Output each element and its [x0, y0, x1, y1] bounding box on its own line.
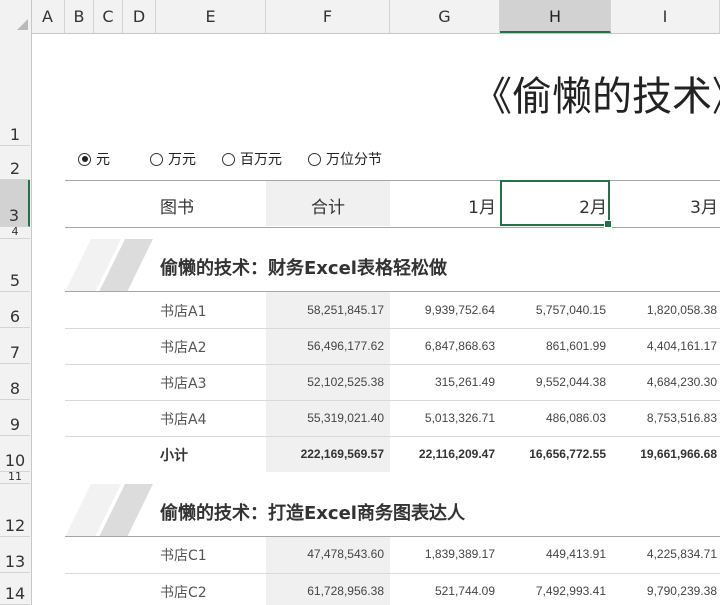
store-label[interactable]: 书店A2	[160, 337, 206, 357]
row-divider	[65, 436, 720, 437]
row-divider	[65, 573, 720, 574]
sheet-title: 《偷懒的技术》	[472, 74, 720, 120]
section-2-rule	[65, 536, 720, 537]
section-banner-graphic	[65, 484, 153, 537]
row-divider	[65, 328, 720, 329]
row-header-5[interactable]: 5	[0, 239, 30, 292]
cell-month-1[interactable]: 521,744.09	[375, 584, 495, 598]
row-header-1[interactable]: 1	[0, 33, 30, 146]
row-header-11[interactable]: 11	[0, 471, 30, 484]
cell-month-3[interactable]: 4,404,161.17	[597, 339, 717, 353]
column-header-bar: A B C D E F G H I	[0, 0, 720, 34]
radio-unchecked-icon	[150, 152, 163, 166]
unit-radio-label: 百万元	[240, 152, 282, 168]
store-label[interactable]: 书店C1	[160, 545, 207, 565]
cell-month-3[interactable]: 4,225,834.71	[597, 547, 717, 561]
unit-radio-wan-yuan[interactable]: 万元	[150, 150, 196, 168]
section-title-1[interactable]: 偷懒的技术：财务Excel表格轻松做	[160, 254, 447, 280]
cell-month-1[interactable]: 9,939,752.64	[375, 303, 495, 317]
section-title-2[interactable]: 偷懒的技术：打造Excel商务图表达人	[160, 499, 465, 525]
header-month-1[interactable]: 1月	[390, 193, 496, 218]
cell-total[interactable]: 56,496,177.62	[264, 339, 384, 353]
column-header-c[interactable]: C	[94, 0, 123, 33]
select-all-corner[interactable]	[0, 0, 32, 33]
column-header-e[interactable]: E	[156, 0, 266, 33]
unit-radio-label: 元	[96, 152, 110, 168]
cell-total[interactable]: 61,728,956.38	[264, 584, 384, 598]
active-cell-selection[interactable]	[500, 180, 612, 228]
store-label[interactable]: 书店A3	[160, 373, 206, 393]
unit-radio-bai-wan-yuan[interactable]: 百万元	[222, 150, 282, 168]
select-all-triangle-icon	[17, 19, 28, 30]
row-header-6[interactable]: 6	[0, 292, 30, 328]
store-label[interactable]: 书店A4	[160, 409, 206, 429]
header-book[interactable]: 图书	[160, 193, 194, 218]
store-label[interactable]: 书店C2	[160, 582, 207, 602]
store-label[interactable]: 书店A1	[160, 301, 206, 321]
cell-month-2[interactable]: 486,086.03	[486, 411, 606, 425]
unit-radio-label: 万元	[168, 152, 196, 168]
column-header-f[interactable]: F	[266, 0, 390, 33]
cell-month-1[interactable]: 6,847,868.63	[375, 339, 495, 353]
row-header-12[interactable]: 12	[0, 484, 30, 537]
row-divider	[65, 364, 720, 365]
column-header-b[interactable]: B	[65, 0, 94, 33]
row-header-7[interactable]: 7	[0, 328, 30, 364]
cell-month-1[interactable]: 5,013,326.71	[375, 411, 495, 425]
radio-unchecked-icon	[222, 152, 235, 166]
cell-month-3[interactable]: 9,790,239.38	[597, 584, 717, 598]
row-header-13[interactable]: 13	[0, 537, 30, 573]
cell-total[interactable]: 52,102,525.38	[264, 375, 384, 389]
header-bottom-rule	[65, 227, 720, 228]
cell-month-2[interactable]: 861,601.99	[486, 339, 606, 353]
cell-month-1[interactable]: 1,839,389.17	[375, 547, 495, 561]
row-header-8[interactable]: 8	[0, 364, 30, 400]
cell-total[interactable]: 47,478,543.60	[264, 547, 384, 561]
row-header-14[interactable]: 14	[0, 573, 30, 605]
column-header-h[interactable]: H	[500, 0, 611, 33]
cell-month-2[interactable]: 7,492,993.41	[486, 584, 606, 598]
cell-total[interactable]: 55,319,021.40	[264, 411, 384, 425]
unit-radio-wan-separator[interactable]: 万位分节	[308, 150, 382, 168]
radio-unchecked-icon	[308, 152, 321, 166]
unit-radio-label: 万位分节	[326, 152, 382, 168]
row-header-9[interactable]: 9	[0, 400, 30, 436]
header-month-3[interactable]: 3月	[611, 193, 718, 218]
cell-total[interactable]: 58,251,845.17	[264, 303, 384, 317]
header-top-rule	[65, 180, 720, 181]
cell-month-2[interactable]: 449,413.91	[486, 547, 606, 561]
radio-checked-icon	[78, 152, 91, 166]
subtotal-month-2[interactable]: 16,656,772.55	[486, 447, 606, 461]
unit-radio-yuan[interactable]: 元	[78, 150, 110, 168]
subtotal-label[interactable]: 小计	[160, 445, 188, 465]
cell-month-3[interactable]: 4,684,230.30	[597, 375, 717, 389]
fill-handle[interactable]	[604, 220, 612, 228]
row-divider	[65, 400, 720, 401]
subtotal-month-1[interactable]: 22,116,209.47	[375, 447, 495, 461]
row-header-10[interactable]: 10	[0, 436, 30, 472]
column-header-g[interactable]: G	[390, 0, 500, 33]
section-banner-graphic	[65, 239, 153, 292]
cell-month-3[interactable]: 8,753,516.83	[597, 411, 717, 425]
column-header-a[interactable]: A	[31, 0, 65, 33]
header-total[interactable]: 合计	[266, 193, 390, 218]
column-header-d[interactable]: D	[123, 0, 156, 33]
cell-month-2[interactable]: 5,757,040.15	[486, 303, 606, 317]
row-header-2[interactable]: 2	[0, 146, 30, 180]
cell-month-1[interactable]: 315,261.49	[375, 375, 495, 389]
cell-month-2[interactable]: 9,552,044.38	[486, 375, 606, 389]
subtotal-total[interactable]: 222,169,569.57	[264, 447, 384, 461]
row-header-3[interactable]: 3	[0, 180, 30, 227]
subtotal-month-3[interactable]: 19,661,966.68	[597, 447, 717, 461]
section-1-rule	[65, 291, 720, 292]
cell-month-3[interactable]: 1,820,058.38	[597, 303, 717, 317]
column-header-i[interactable]: I	[611, 0, 720, 33]
row-header-4[interactable]: 4	[0, 226, 30, 239]
